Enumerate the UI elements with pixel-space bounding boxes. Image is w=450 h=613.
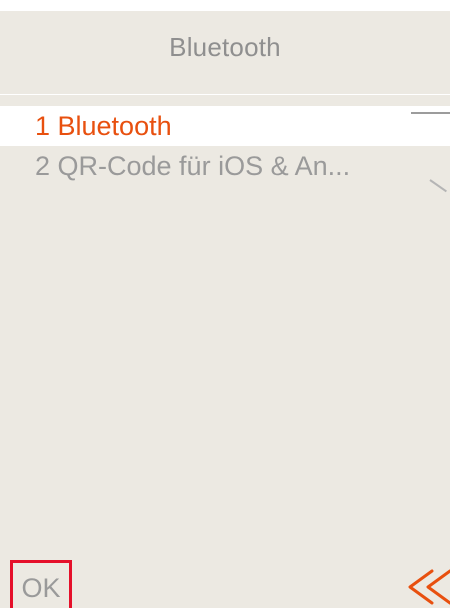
menu-item-label: 2 QR-Code für iOS & An...: [35, 151, 351, 181]
header-divider: [0, 94, 450, 95]
menu-item-bluetooth[interactable]: 1 Bluetooth: [0, 106, 450, 146]
back-button[interactable]: [406, 567, 450, 608]
screen-title: Bluetooth: [169, 32, 281, 62]
device-screen: Bluetooth 1 Bluetooth 2 QR-Code für iOS …: [0, 11, 450, 608]
scroll-indicator-line: [411, 112, 450, 114]
menu-item-label: 1 Bluetooth: [35, 111, 172, 141]
menu-item-qr-code[interactable]: 2 QR-Code für iOS & An...: [0, 146, 450, 186]
ok-button-label: OK: [21, 573, 61, 603]
ok-button[interactable]: OK: [10, 560, 72, 608]
double-chevron-left-icon: [408, 569, 450, 605]
